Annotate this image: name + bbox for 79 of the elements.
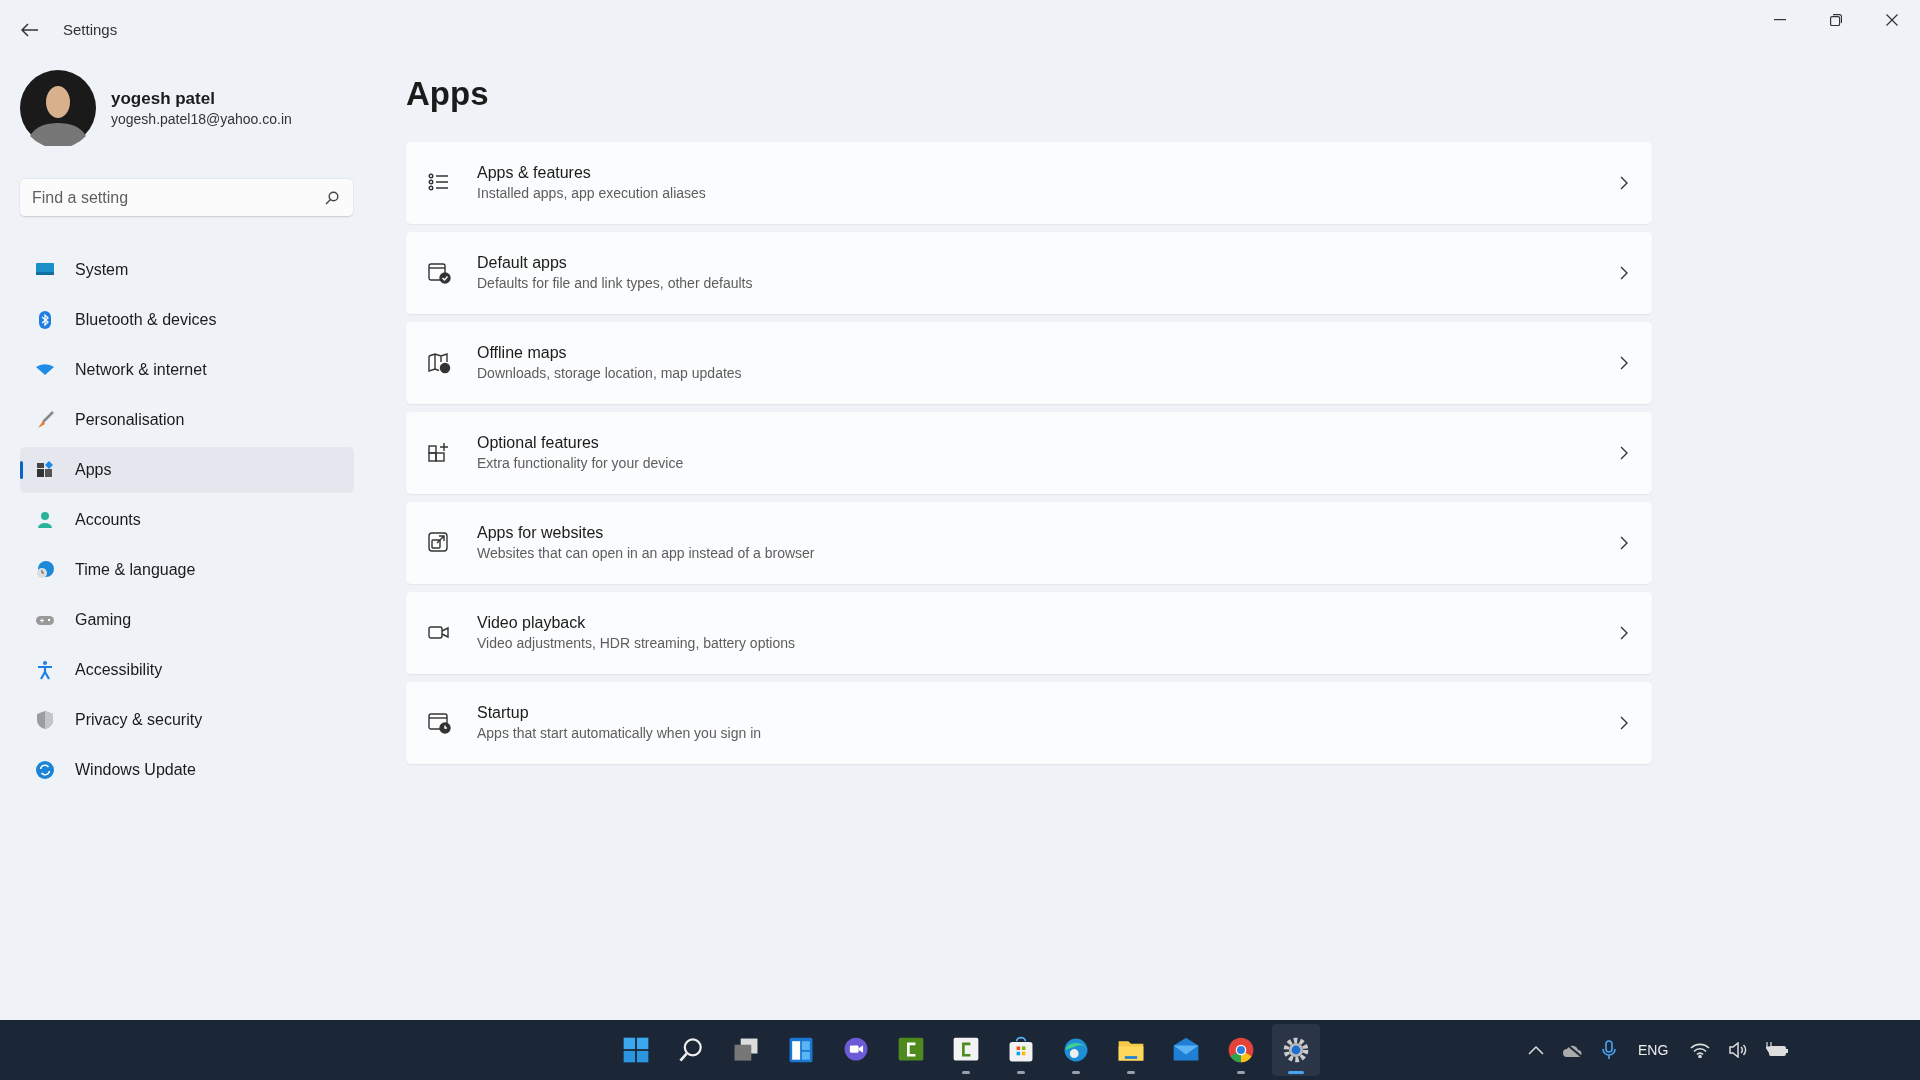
chevron-up-icon[interactable] [1528, 1045, 1544, 1055]
running-indicator [1288, 1071, 1304, 1074]
running-indicator [1127, 1071, 1135, 1074]
cloud-off-icon[interactable] [1562, 1042, 1584, 1058]
chevron-right-icon [1620, 626, 1628, 640]
grid-plus-icon [427, 441, 451, 465]
accessibility-icon [35, 660, 55, 680]
apps-icon [35, 460, 55, 480]
window-clock-icon [427, 711, 451, 735]
card-description: Downloads, storage location, map updates [477, 364, 742, 383]
sidebar-item[interactable]: Windows Update [20, 747, 354, 793]
window-check-icon [427, 261, 451, 285]
sidebar-item[interactable]: System [20, 247, 354, 293]
settings-card[interactable]: Video playback Video adjustments, HDR streaming, battery options [406, 592, 1652, 674]
running-indicator [962, 1071, 970, 1074]
card-title: Offline maps [477, 343, 568, 363]
card-description: Defaults for file and link types, other defaults [477, 274, 753, 293]
sidebar-item[interactable]: Personalisation [20, 397, 354, 443]
globe-clock-icon [35, 560, 55, 580]
paintbrush-icon [35, 410, 55, 430]
card-title: Video playback [477, 613, 587, 633]
gear-icon [1281, 1035, 1311, 1065]
wifi-icon[interactable] [1690, 1042, 1711, 1058]
windows-logo-icon [621, 1035, 651, 1065]
settings-card[interactable]: Startup Apps that start automatically when you sign in [406, 682, 1652, 764]
battery-icon[interactable] [1766, 1042, 1789, 1058]
card-description: Installed apps, app execution aliases [477, 184, 706, 203]
sidebar-item[interactable]: Accessibility [20, 647, 354, 693]
chrome-icon [1226, 1035, 1256, 1065]
window-title: Settings [63, 19, 118, 40]
card-title: Default apps [477, 253, 568, 273]
search-icon [325, 191, 339, 205]
map-icon [427, 351, 451, 375]
user-name: yogesh patel [111, 88, 216, 110]
volume-icon[interactable] [1728, 1042, 1749, 1058]
running-indicator [1017, 1071, 1025, 1074]
running-indicator [1072, 1071, 1080, 1074]
chevron-right-icon [1620, 536, 1628, 550]
search-field[interactable]: Find a setting [20, 179, 353, 217]
minimize-icon [1774, 19, 1786, 21]
close-icon [1886, 14, 1898, 26]
microphone-icon[interactable] [1602, 1040, 1616, 1060]
avatar-icon [20, 70, 96, 146]
sidebar-item[interactable]: Apps [20, 447, 354, 493]
card-title: Optional features [477, 433, 600, 453]
update-icon [35, 760, 55, 780]
open-link-icon [427, 531, 451, 555]
chevron-right-icon [1620, 356, 1628, 370]
sidebar-item[interactable]: Privacy & security [20, 697, 354, 743]
settings-card[interactable]: Apps & features Installed apps, app execution aliases [406, 142, 1652, 224]
card-description: Apps that start automatically when you sign in [477, 724, 762, 743]
sidebar-item[interactable]: Accounts [20, 497, 354, 543]
card-title: Apps for websites [477, 523, 605, 543]
card-description: Extra functionality for your device [477, 454, 684, 473]
chevron-right-icon [1620, 176, 1628, 190]
chevron-right-icon [1620, 716, 1628, 730]
selection-indicator [20, 461, 23, 479]
chevron-right-icon [1620, 266, 1628, 280]
card-title: Apps & features [477, 163, 592, 183]
sidebar-item[interactable]: Network & internet [20, 347, 354, 393]
settings-card[interactable]: Offline maps Downloads, storage location, map updates [406, 322, 1652, 404]
sidebar-item[interactable]: Bluetooth & devices [20, 297, 354, 343]
person-icon [35, 510, 55, 530]
chevron-right-icon [1620, 446, 1628, 460]
running-indicator [1237, 1071, 1245, 1074]
language-indicator[interactable]: ENG [1638, 1039, 1669, 1061]
card-description: Websites that can open in an app instead of a browser [477, 544, 815, 563]
card-title: Startup [477, 703, 530, 723]
user-email: yogesh.patel18@yahoo.co.in [111, 110, 292, 128]
sidebar-item[interactable]: Time & language [20, 547, 354, 593]
restore-icon [1830, 14, 1842, 26]
sidebar-item[interactable]: Gaming [20, 597, 354, 643]
settings-card[interactable]: Optional features Extra functionality for your device [406, 412, 1652, 494]
shield-icon [35, 710, 55, 730]
page-title: Apps [406, 74, 489, 114]
card-description: Video adjustments, HDR streaming, battery options [477, 634, 795, 653]
settings-card[interactable]: Default apps Defaults for file and link types, other defaults [406, 232, 1652, 314]
settings-card[interactable]: Apps for websites Websites that can open in an app instead of a browser [406, 502, 1652, 584]
taskbar-button[interactable] [1272, 1024, 1320, 1076]
